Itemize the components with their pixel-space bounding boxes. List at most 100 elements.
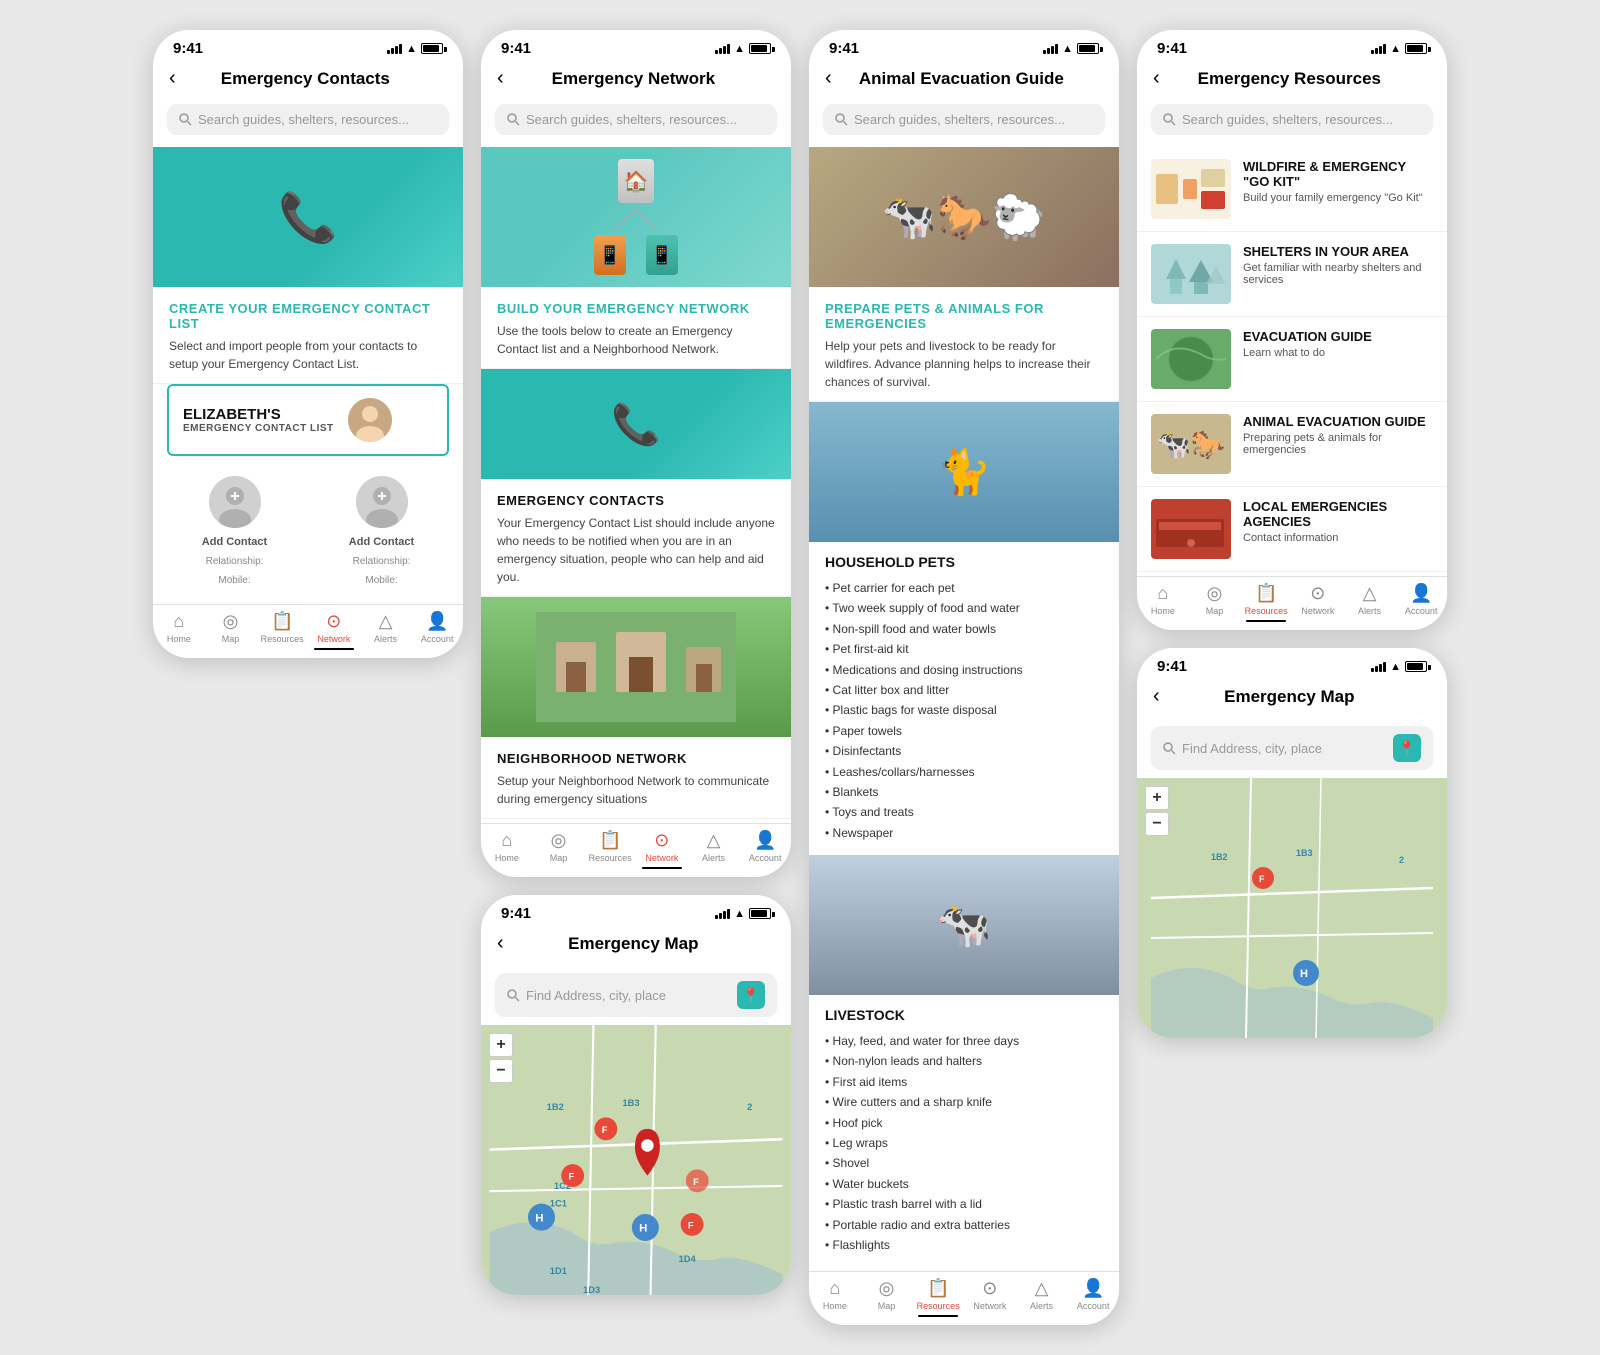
nav-resources-label-1: Resources (261, 634, 304, 644)
nav-home-3[interactable]: ⌂ Home (809, 1278, 861, 1317)
alerts-icon-1: △ (379, 611, 393, 632)
screen-header-map1: ‹ Emergency Map (481, 928, 791, 965)
zoom-in-2[interactable]: + (1145, 786, 1169, 810)
alerts-icon-4: △ (1363, 583, 1377, 604)
resource-agencies[interactable]: LOCAL EMERGENCIES AGENCIES Contact infor… (1137, 487, 1447, 572)
resource-shelters[interactable]: SHELTERS IN YOUR AREA Get familiar with … (1137, 232, 1447, 317)
bar1 (387, 50, 390, 54)
resource-evacuation[interactable]: EVACUATION GUIDE Learn what to do (1137, 317, 1447, 402)
nav-account-3[interactable]: 👤 Account (1067, 1278, 1119, 1317)
back-button-4[interactable]: ‹ (1153, 67, 1160, 90)
pet-item-1: • Pet carrier for each pet (825, 578, 1103, 598)
map-svg-2: 1B2 1B3 2 F H (1137, 778, 1447, 1038)
zoom-in-1[interactable]: + (489, 1033, 513, 1057)
nav-network-4[interactable]: ⊙ Network (1292, 583, 1344, 622)
hero-network-diagram: 🏠 📱 📱 (481, 147, 791, 287)
nav-network-label-1: Network (317, 634, 350, 644)
emergency-contacts-body: Your Emergency Contact List should inclu… (497, 514, 775, 586)
nav-map-1[interactable]: ◎ Map (205, 611, 257, 650)
status-icons-4: ▲ (1371, 43, 1427, 55)
screen-header-3: ‹ Animal Evacuation Guide (809, 63, 1119, 100)
nav-home-1[interactable]: ⌂ Home (153, 611, 205, 650)
nav-map-2[interactable]: ◎ Map (533, 830, 585, 869)
nav-alerts-3[interactable]: △ Alerts (1016, 1278, 1068, 1317)
zoom-out-2[interactable]: − (1145, 812, 1169, 836)
nav-home-2[interactable]: ⌂ Home (481, 830, 533, 869)
nav-network-2[interactable]: ⊙ Network (636, 830, 688, 869)
home-icon-1: ⌂ (173, 611, 184, 632)
livestock-item-7: • Shovel (825, 1153, 1103, 1173)
nav-resources-2[interactable]: 📋 Resources (584, 830, 636, 869)
svg-text:1B2: 1B2 (547, 1102, 564, 1112)
shelters-thumb (1151, 244, 1231, 304)
nav-active-indicator-1 (314, 648, 354, 650)
search-bar-map2[interactable]: Find Address, city, place 📍 (1151, 726, 1433, 770)
nav-account-1[interactable]: 👤 Account (411, 611, 463, 650)
nav-account-4[interactable]: 👤 Account (1395, 583, 1447, 622)
map-view-2[interactable]: 1B2 1B3 2 F H + − (1137, 778, 1447, 1038)
contact-list-card[interactable]: ELIZABETH'S EMERGENCY CONTACT LIST (167, 384, 449, 456)
back-button-1[interactable]: ‹ (169, 67, 176, 90)
status-bar-map1: 9:41 ▲ (481, 895, 791, 928)
signal-bars-2 (715, 44, 730, 54)
nav-network-3[interactable]: ⊙ Network (964, 1278, 1016, 1317)
search-bar-map1[interactable]: Find Address, city, place 📍 (495, 973, 777, 1017)
agencies-thumb (1151, 499, 1231, 559)
nav-resources-4[interactable]: 📋 Resources (1240, 583, 1292, 622)
back-button-map1[interactable]: ‹ (497, 932, 504, 955)
back-button-3[interactable]: ‹ (825, 67, 832, 90)
search-placeholder-map1: Find Address, city, place (526, 988, 666, 1003)
search-bar-4[interactable]: Search guides, shelters, resources... (1151, 104, 1433, 135)
pet-item-6: • Cat litter box and litter (825, 680, 1103, 700)
location-button-map2[interactable]: 📍 (1393, 734, 1421, 762)
add-contact-1[interactable]: Add Contact Relationship: Mobile: (167, 476, 302, 586)
map-icon-1: ◎ (223, 611, 239, 632)
nav-alerts-1[interactable]: △ Alerts (360, 611, 412, 650)
resources-icon-4: 📋 (1255, 583, 1277, 604)
battery-icon-map2 (1405, 661, 1427, 672)
resources-icon-2: 📋 (599, 830, 621, 851)
resource-animal-evac[interactable]: 🐄🐎 ANIMAL EVACUATION GUIDE Preparing pet… (1137, 402, 1447, 487)
search-left-2: Find Address, city, place (1163, 741, 1322, 756)
nav-map-3[interactable]: ◎ Map (861, 1278, 913, 1317)
nav-resources-label-3: Resources (917, 1301, 960, 1311)
zoom-out-1[interactable]: − (489, 1059, 513, 1083)
signal-bars-map2 (1371, 662, 1386, 672)
livestock-item-2: • Non-nylon leads and halters (825, 1051, 1103, 1071)
user-avatar (348, 398, 392, 442)
location-button-map1[interactable]: 📍 (737, 981, 765, 1009)
add-contact-relationship-2: Relationship: (353, 556, 411, 567)
nav-bar-1: ⌂ Home ◎ Map 📋 Resources ⊙ Network △ Ale… (153, 604, 463, 658)
search-bar-3[interactable]: Search guides, shelters, resources... (823, 104, 1105, 135)
status-time-map2: 9:41 (1157, 658, 1187, 675)
nav-resources-3[interactable]: 📋 Resources (912, 1278, 964, 1317)
back-button-map2[interactable]: ‹ (1153, 685, 1160, 708)
svg-text:1B2: 1B2 (1211, 852, 1228, 862)
prepare-animals-section: PREPARE PETS & ANIMALS FOR EMERGENCIES H… (809, 287, 1119, 402)
battery-icon-3 (1077, 43, 1099, 54)
network-lines (606, 209, 666, 229)
nav-network-label-3: Network (973, 1301, 1006, 1311)
add-contact-mobile-2: Mobile: (365, 575, 397, 586)
nav-resources-1[interactable]: 📋 Resources (256, 611, 308, 650)
search-placeholder-map2: Find Address, city, place (1182, 741, 1322, 756)
nav-alerts-4[interactable]: △ Alerts (1344, 583, 1396, 622)
resource-gokit[interactable]: WILDFIRE & EMERGENCY "GO KIT" Build your… (1137, 147, 1447, 232)
map-svg-1: 1B2 1B3 2 1C1 1C2 1D4 1D1 1D3 F F F (481, 1025, 791, 1295)
back-button-2[interactable]: ‹ (497, 67, 504, 90)
status-bar-2: 9:41 ▲ (481, 30, 791, 63)
search-bar-2[interactable]: Search guides, shelters, resources... (495, 104, 777, 135)
search-placeholder-2: Search guides, shelters, resources... (526, 112, 737, 127)
status-time-map1: 9:41 (501, 905, 531, 922)
emergency-contacts-section: EMERGENCY CONTACTS Your Emergency Contac… (481, 479, 791, 597)
nav-alerts-2[interactable]: △ Alerts (688, 830, 740, 869)
status-icons-1: ▲ (387, 43, 443, 55)
search-bar-1[interactable]: Search guides, shelters, resources... (167, 104, 449, 135)
nav-home-4[interactable]: ⌂ Home (1137, 583, 1189, 622)
nav-account-2[interactable]: 👤 Account (739, 830, 791, 869)
nav-map-4[interactable]: ◎ Map (1189, 583, 1241, 622)
nav-network-1[interactable]: ⊙ Network (308, 611, 360, 650)
add-contact-2[interactable]: Add Contact Relationship: Mobile: (314, 476, 449, 586)
map-view-1[interactable]: 1B2 1B3 2 1C1 1C2 1D4 1D1 1D3 F F F (481, 1025, 791, 1295)
add-contact-mobile-1: Mobile: (218, 575, 250, 586)
